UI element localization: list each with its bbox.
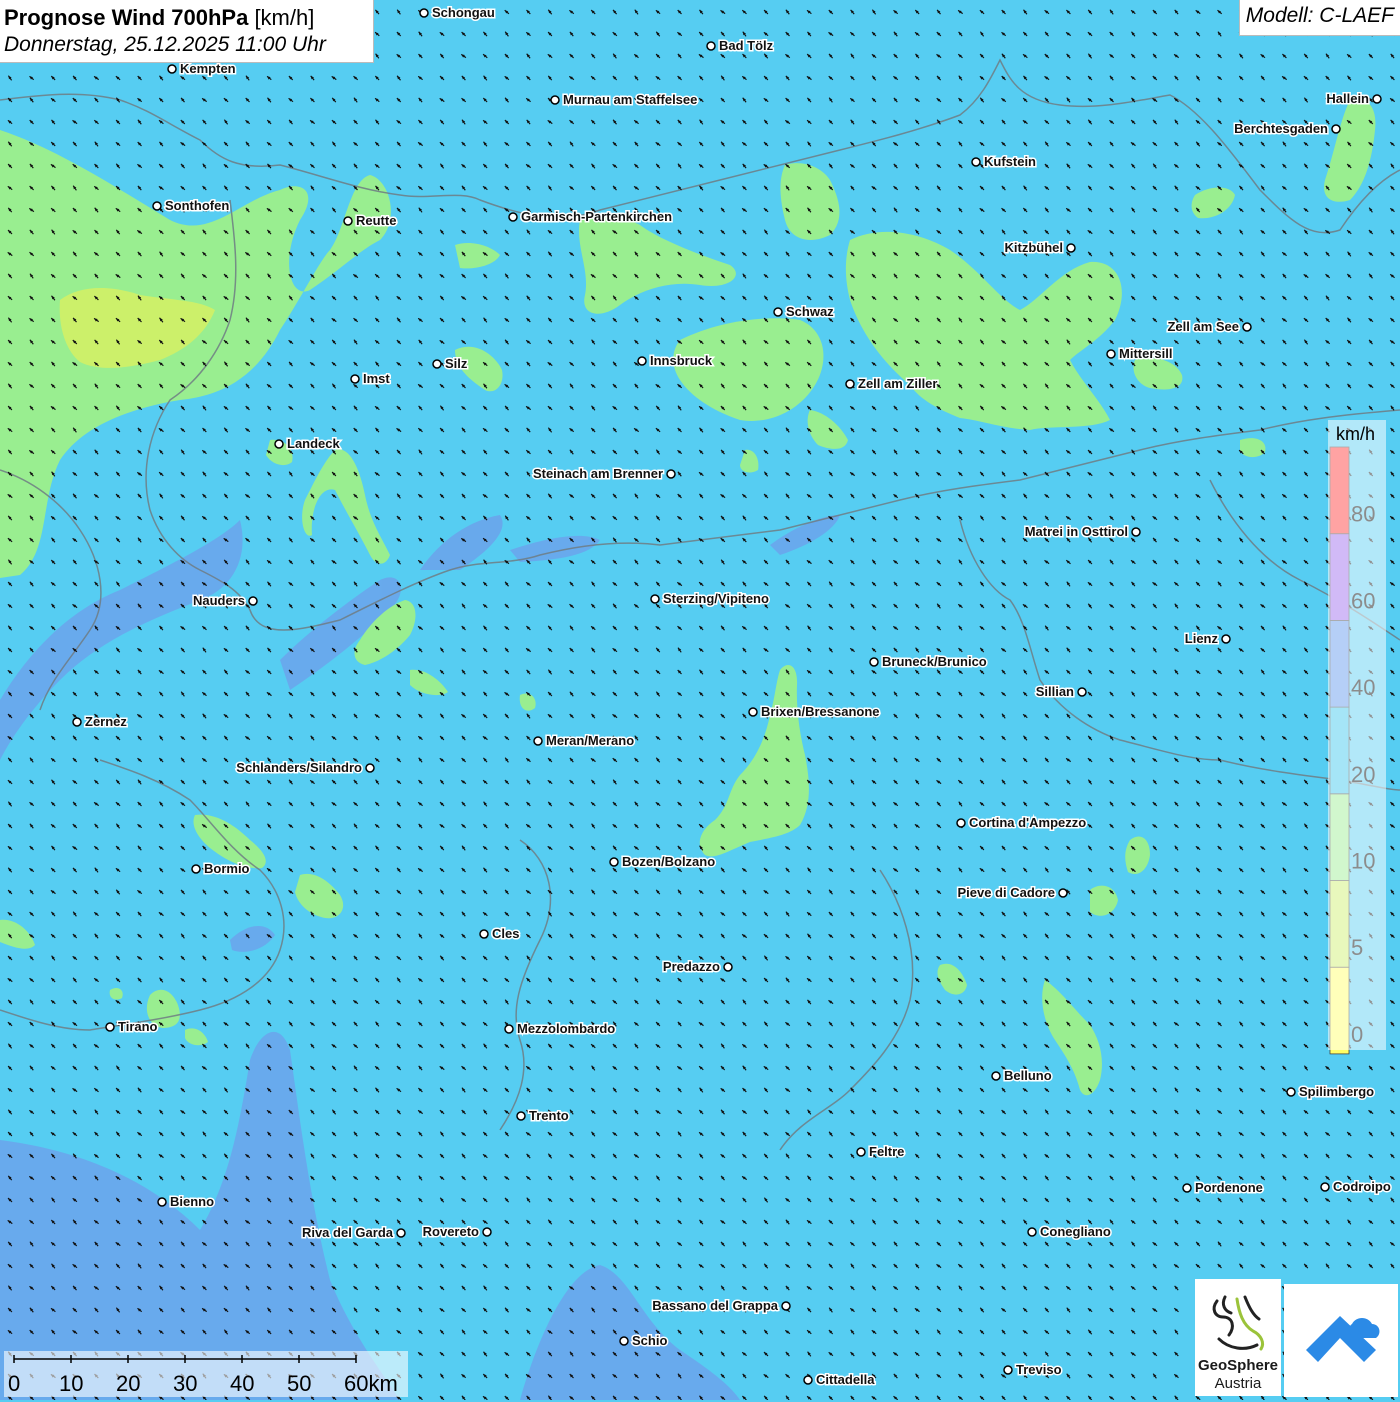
wind-map: SchongauBad TölzKemptenMurnau am Staffel… <box>0 0 1400 1400</box>
